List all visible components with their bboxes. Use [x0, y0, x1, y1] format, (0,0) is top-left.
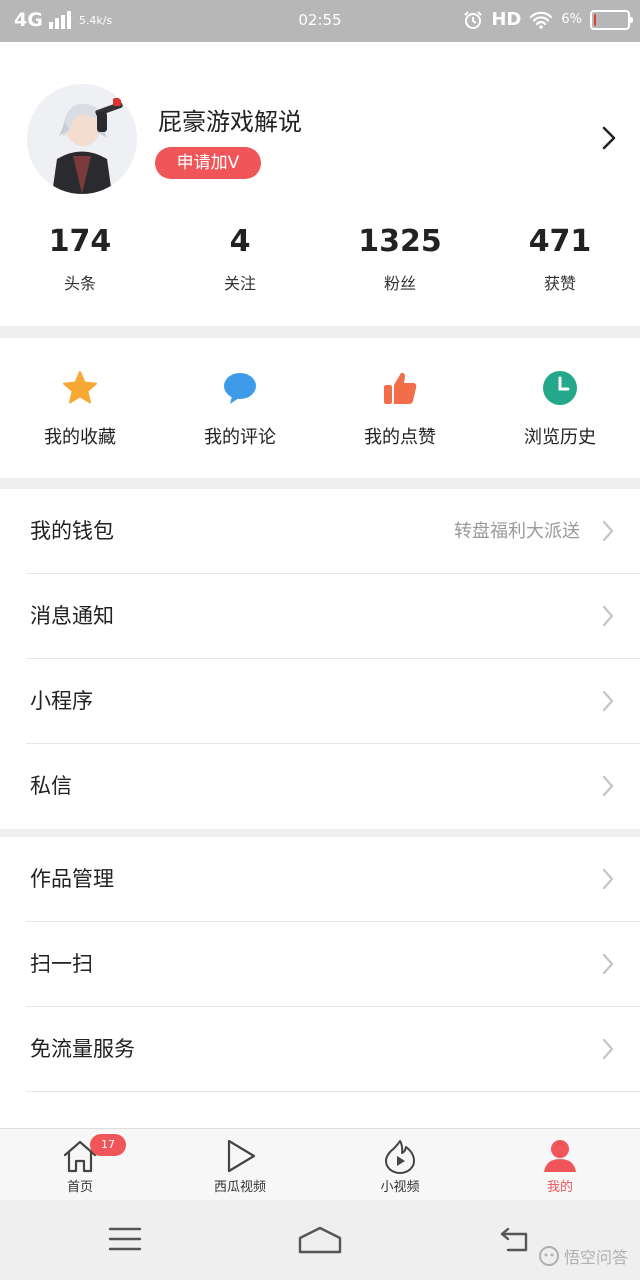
chevron-right-icon — [602, 605, 614, 627]
menu-item-label: 消息通知 — [30, 604, 114, 628]
tab-xigua-video[interactable]: 西瓜视频 — [160, 1129, 320, 1200]
quick-likes[interactable]: 我的点赞 — [320, 338, 480, 478]
quick-comments[interactable]: 我的评论 — [160, 338, 320, 478]
quick-favorites[interactable]: 我的收藏 — [0, 338, 160, 478]
comment-icon — [224, 373, 256, 404]
tab-label: 小视频 — [380, 1180, 420, 1195]
menu-item-label: 小程序 — [30, 689, 93, 713]
menu-group-2: 作品管理 扫一扫 免流量服务 — [0, 837, 640, 1128]
menu-item-private-messages[interactable]: 私信 — [0, 744, 640, 829]
home-nav-icon[interactable] — [298, 1226, 342, 1254]
menu-item-label: 扫一扫 — [30, 952, 93, 976]
menu-group-1: 我的钱包 转盘福利大派送 消息通知 小程序 私信 — [0, 489, 640, 829]
tab-label: 我的 — [546, 1180, 573, 1195]
thumbs-up-icon — [384, 372, 417, 404]
tab-short-video[interactable]: 小视频 — [320, 1129, 480, 1200]
tab-label: 首页 — [66, 1180, 93, 1195]
stat-label: 关注 — [223, 274, 256, 293]
tab-label: 西瓜视频 — [213, 1180, 266, 1195]
notification-badge: 17 — [90, 1134, 126, 1156]
flame-play-icon — [385, 1140, 415, 1174]
chevron-right-icon — [602, 690, 614, 712]
battery-icon — [590, 9, 633, 30]
stat-value: 174 — [48, 224, 112, 259]
avatar-illustration — [27, 84, 137, 194]
play-icon — [227, 1139, 256, 1173]
menu-item-works-management[interactable]: 作品管理 — [0, 837, 640, 922]
quick-label: 浏览历史 — [524, 427, 596, 448]
stat-value: 1325 — [358, 224, 442, 259]
quick-actions: 我的收藏 我的评论 我的点赞 浏览历史 — [0, 338, 640, 478]
battery-percent: 6% — [561, 12, 582, 27]
menu-item-label: 免流量服务 — [30, 1037, 135, 1061]
stat-value: 4 — [229, 224, 251, 259]
chevron-right-icon — [602, 520, 614, 542]
wifi-icon — [530, 11, 553, 29]
stat-label: 获赞 — [543, 274, 576, 293]
quick-label: 我的点赞 — [364, 427, 436, 448]
menu-item-partially-hidden[interactable] — [0, 1092, 640, 1128]
stats-row: 174 头条 4 关注 1325 粉丝 471 获赞 — [0, 222, 640, 294]
stat-headlines[interactable]: 174 头条 — [0, 222, 160, 294]
alarm-icon — [464, 10, 483, 29]
star-icon — [63, 371, 97, 404]
menu-item-label: 我的钱包 — [30, 519, 114, 543]
menu-item-notifications[interactable]: 消息通知 — [0, 574, 640, 659]
chevron-right-icon — [602, 953, 614, 975]
avatar[interactable] — [27, 84, 137, 194]
stat-label: 头条 — [63, 274, 96, 293]
stat-likes[interactable]: 471 获赞 — [480, 222, 640, 294]
system-nav-bar — [0, 1200, 640, 1280]
stat-value: 471 — [528, 224, 592, 259]
quick-history[interactable]: 浏览历史 — [480, 338, 640, 478]
menu-item-scan[interactable]: 扫一扫 — [0, 922, 640, 1007]
chevron-right-icon — [602, 775, 614, 797]
chevron-right-icon — [602, 1038, 614, 1060]
menu-item-label: 私信 — [30, 774, 72, 798]
username[interactable]: 屁豪游戏解说 — [158, 102, 302, 137]
profile-card[interactable]: 屁豪游戏解说 申请加V 174 头条 4 关注 1325 粉丝 471 获赞 — [0, 42, 640, 326]
chevron-right-icon — [602, 868, 614, 890]
menu-icon[interactable] — [108, 1226, 142, 1252]
menu-item-hint: 转盘福利大派送 — [454, 521, 580, 542]
stat-label: 粉丝 — [383, 274, 416, 293]
person-icon — [544, 1140, 576, 1172]
status-right: HD 6% — [463, 9, 633, 30]
watermark: 悟空问答 — [538, 1244, 628, 1268]
tab-me[interactable]: 我的 — [480, 1129, 640, 1200]
status-bar: 4G 5.4k/s 02:55 HD 6% — [0, 0, 640, 42]
bottom-tab-bar: 17 首页 西瓜视频 小视频 我的 — [0, 1128, 640, 1200]
menu-item-mini-programs[interactable]: 小程序 — [0, 659, 640, 744]
menu-item-label: 作品管理 — [30, 867, 114, 891]
menu-item-free-data-service[interactable]: 免流量服务 — [0, 1007, 640, 1092]
watermark-text: 悟空问答 — [563, 1248, 628, 1267]
hd-indicator: HD — [491, 9, 522, 30]
menu-item-wallet[interactable]: 我的钱包 转盘福利大派送 — [0, 489, 640, 574]
apply-verify-button[interactable]: 申请加V — [155, 147, 261, 179]
quick-label: 我的收藏 — [44, 427, 116, 448]
clock-icon — [543, 371, 577, 405]
stat-followers[interactable]: 1325 粉丝 — [320, 222, 480, 294]
stat-following[interactable]: 4 关注 — [160, 222, 320, 294]
tab-home[interactable]: 17 首页 — [0, 1129, 160, 1200]
back-icon[interactable] — [498, 1226, 532, 1254]
watermark-logo-icon — [538, 1246, 559, 1266]
chevron-right-icon[interactable] — [602, 126, 616, 150]
quick-label: 我的评论 — [204, 427, 276, 448]
